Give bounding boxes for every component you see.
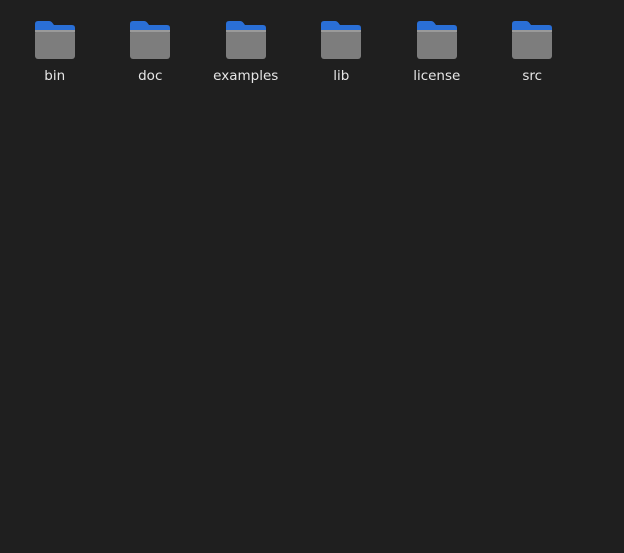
folder-label: lib <box>333 68 350 84</box>
folder-item-license[interactable]: license <box>389 18 485 90</box>
folder-item-src[interactable]: src <box>485 18 581 90</box>
file-browser-view: bin doc examples lib license src <box>0 0 624 553</box>
folder-icon <box>415 18 459 62</box>
folder-item-bin[interactable]: bin <box>7 18 103 90</box>
folder-item-doc[interactable]: doc <box>103 18 199 90</box>
folder-item-lib[interactable]: lib <box>294 18 390 90</box>
folder-grid: bin doc examples lib license src <box>7 18 580 90</box>
folder-label: src <box>522 68 543 84</box>
folder-icon <box>510 18 554 62</box>
folder-icon <box>33 18 77 62</box>
folder-icon <box>128 18 172 62</box>
folder-label: doc <box>138 68 163 84</box>
folder-icon <box>319 18 363 62</box>
folder-label: bin <box>44 68 66 84</box>
folder-label: examples <box>213 68 279 84</box>
folder-item-examples[interactable]: examples <box>198 18 294 90</box>
folder-label: license <box>413 68 461 84</box>
folder-icon <box>224 18 268 62</box>
